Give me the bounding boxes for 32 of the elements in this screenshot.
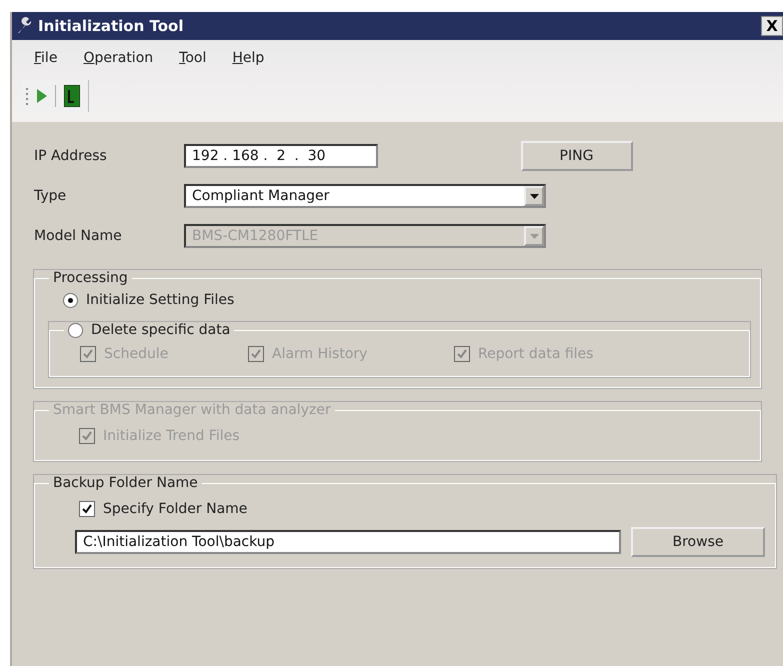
- field-label: Model Name: [34, 228, 123, 244]
- menu-item[interactable]: File: [34, 50, 58, 80]
- ip-address-field[interactable]: 192 . 168 . 2 . 30: [184, 144, 378, 168]
- menu-item[interactable]: Tool: [179, 50, 206, 80]
- menu-item[interactable]: Operation: [83, 50, 154, 80]
- dropdown-field[interactable]: Compliant Manager: [184, 184, 546, 208]
- menu-item[interactable]: Help: [232, 50, 264, 80]
- radio-button[interactable]: [63, 292, 78, 308]
- radio-label: Initialize Setting Files: [86, 292, 234, 308]
- checkbox-label: Report data files: [478, 346, 594, 362]
- group-title: Processing: [52, 270, 129, 286]
- checkbox[interactable]: [79, 501, 95, 517]
- browse-button[interactable]: Browse: [631, 527, 765, 557]
- play-icon[interactable]: [37, 89, 47, 103]
- folder-path-field[interactable]: C:\Initialization Tool\backup: [75, 530, 621, 554]
- checkbox-option[interactable]: Specify Folder Name: [79, 501, 765, 517]
- field-label: Type: [34, 188, 68, 204]
- group-title: Backup Folder Name: [52, 475, 199, 491]
- checkbox-label: Specify Folder Name: [103, 501, 248, 517]
- window-title: Initialization Tool: [38, 17, 184, 35]
- field-label: IP Address: [34, 148, 108, 164]
- checkbox-label: Schedule: [104, 346, 168, 362]
- group-title: Smart BMS Manager with data analyzer: [52, 402, 332, 418]
- ping-button[interactable]: PING: [520, 141, 632, 171]
- checkbox-label: Initialize Trend Files: [103, 428, 240, 444]
- radio-button[interactable]: [68, 322, 83, 338]
- close-button[interactable]: X: [761, 16, 783, 36]
- grip-icon: [26, 87, 29, 105]
- wrench-icon: [16, 17, 34, 35]
- checkbox-label: Alarm History: [272, 346, 368, 362]
- door-icon[interactable]: [64, 85, 80, 107]
- radio-option[interactable]: Initialize Setting Files: [63, 292, 750, 308]
